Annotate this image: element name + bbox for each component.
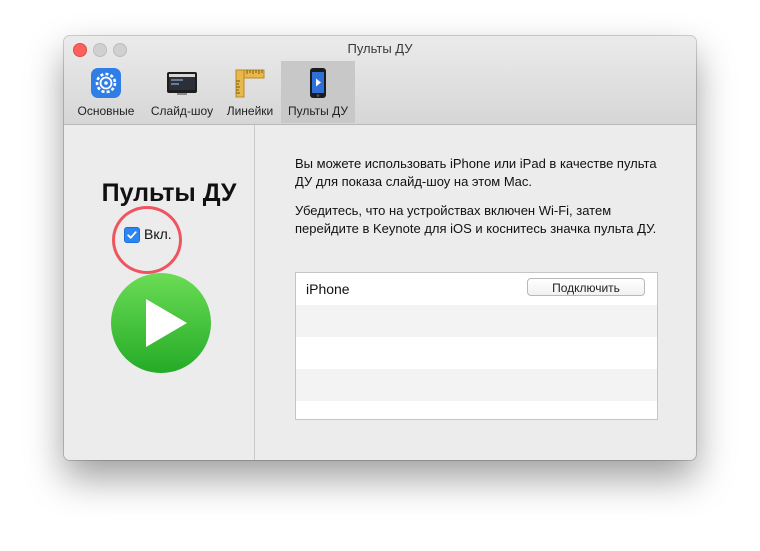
remotes-heading: Пульты ДУ: [101, 179, 237, 207]
tab-general-label: Основные: [77, 104, 135, 118]
empty-list-row: [296, 401, 657, 419]
slideshow-display-icon: [166, 67, 198, 99]
preferences-window: Пульты ДУ Основные Слайд-шоу Линейки Пул…: [64, 36, 696, 460]
window-title: Пульты ДУ: [347, 41, 413, 56]
remotes-instructions: Убедитесь, что на устройствах включен Wi…: [295, 203, 657, 236]
device-list: iPhone Подключить: [295, 272, 658, 420]
remotes-left-panel: Пульты ДУ Вкл.: [64, 125, 255, 460]
ruler-icon: [234, 67, 266, 99]
play-icon: [110, 272, 212, 374]
tab-slideshow-label: Слайд-шоу: [150, 104, 214, 118]
tab-rulers-label: Линейки: [226, 104, 274, 118]
tab-slideshow[interactable]: Слайд-шоу: [144, 61, 220, 123]
gear-icon: [90, 67, 122, 99]
tab-rulers[interactable]: Линейки: [220, 61, 280, 123]
remotes-right-panel: Вы можете использовать iPhone или iPad в…: [255, 125, 696, 460]
remotes-description: Вы можете использовать iPhone или iPad в…: [295, 156, 657, 189]
titlebar: Пульты ДУ Основные Слайд-шоу Линейки Пул…: [64, 36, 696, 125]
tab-remotes-label: Пульты ДУ: [287, 104, 349, 118]
iphone-remote-icon: [302, 67, 334, 99]
tab-general[interactable]: Основные: [70, 61, 142, 123]
device-name: iPhone: [306, 281, 350, 297]
connect-button[interactable]: Подключить: [527, 278, 645, 296]
annotation-circle: [112, 206, 182, 274]
empty-list-row: [296, 337, 657, 369]
empty-list-row: [296, 369, 657, 401]
tab-remotes[interactable]: Пульты ДУ: [281, 61, 355, 123]
device-row[interactable]: iPhone Подключить: [296, 273, 657, 305]
empty-list-row: [296, 305, 657, 337]
